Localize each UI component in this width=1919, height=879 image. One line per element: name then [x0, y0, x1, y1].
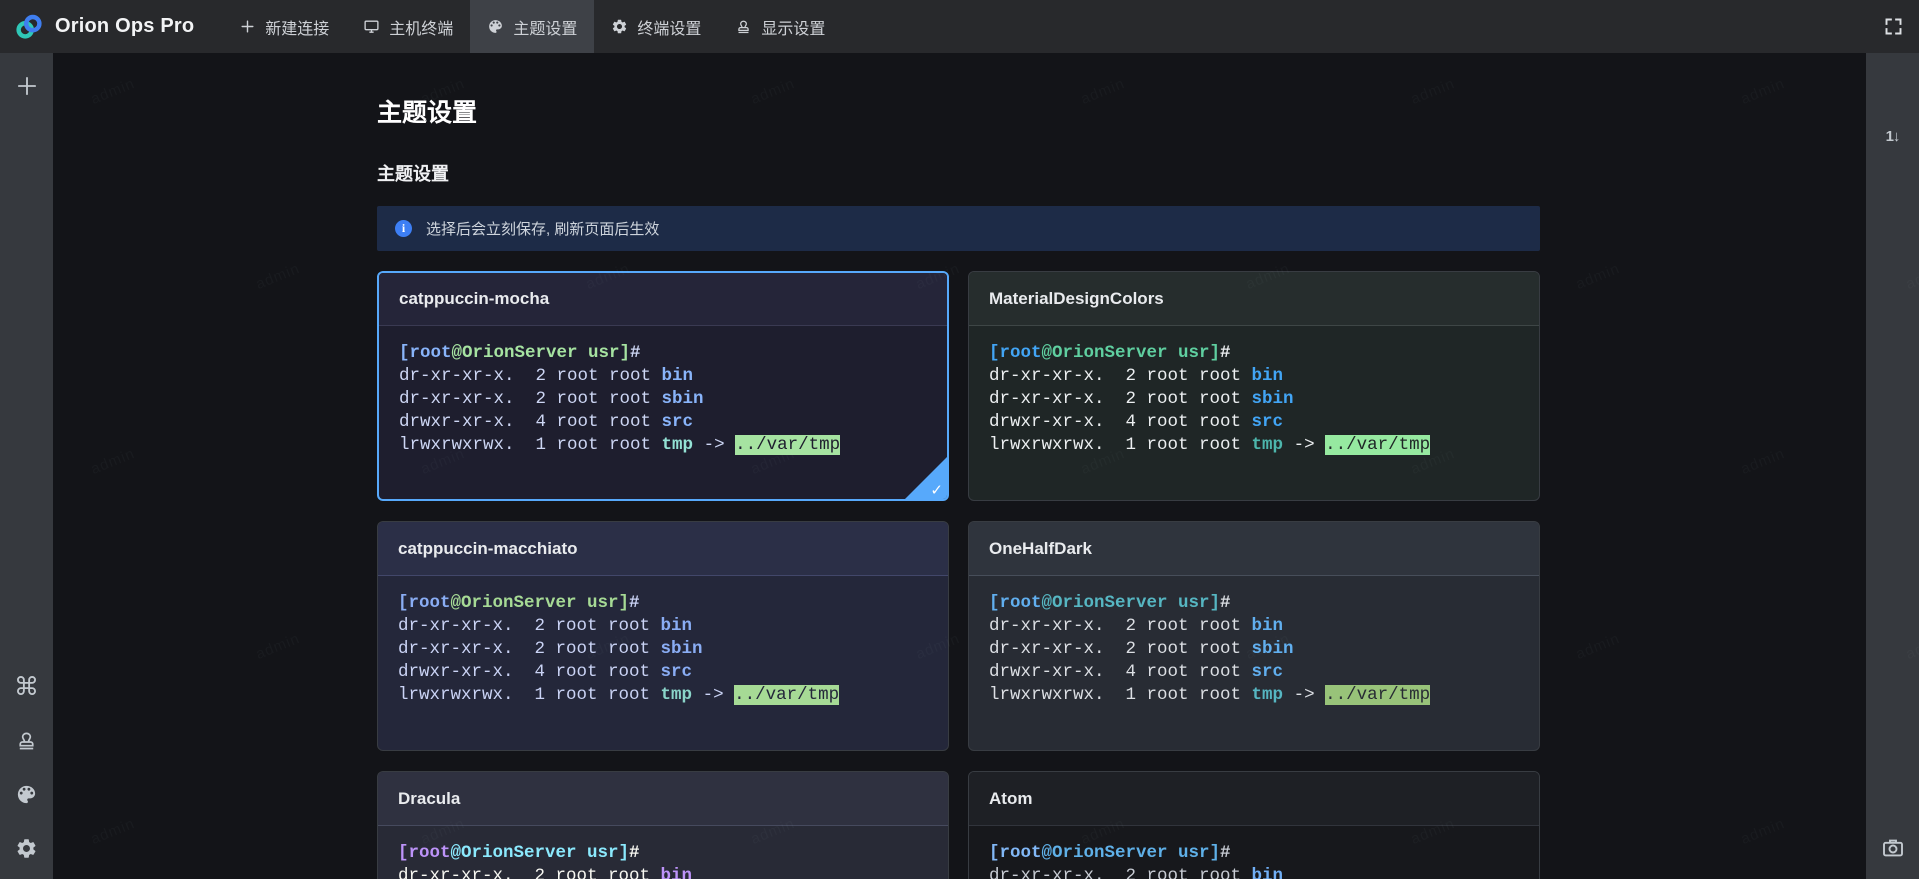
topbar-tabs: 新建连接 主机终端 主题设置 终端设置 显示设置: [222, 0, 842, 53]
terminal-line: dr-xr-xr-x. 2 root root bin: [398, 865, 928, 879]
terminal-prompt-line: [root@OrionServer usr]#: [398, 842, 928, 865]
terminal-line: lrwxrwxrwx. 1 root root tmp -> ../var/tm…: [399, 434, 927, 457]
check-icon: ✓: [930, 483, 943, 498]
code-icon[interactable]: [1866, 59, 1919, 105]
theme-card-title: MaterialDesignColors: [969, 272, 1539, 326]
app-logo-icon: [14, 12, 44, 42]
tab-label: 终端设置: [637, 15, 701, 39]
app-title: Orion Ops Pro: [55, 15, 194, 38]
command-icon[interactable]: ⌘: [0, 663, 53, 709]
stamp-icon: [735, 18, 752, 35]
terminal-preview: [root@OrionServer usr]#dr-xr-xr-x. 2 roo…: [379, 326, 947, 457]
textsize-icon[interactable]: 1↓: [1866, 113, 1919, 159]
palette-icon: [487, 18, 504, 35]
theme-card-MaterialDesignColors[interactable]: MaterialDesignColors[root@OrionServer us…: [968, 271, 1540, 501]
terminal-line: drwxr-xr-x. 4 root root src: [398, 661, 928, 684]
tab-label: 主题设置: [513, 15, 577, 39]
tab-terminal-settings[interactable]: 终端设置: [594, 0, 718, 53]
terminal-line: dr-xr-xr-x. 2 root root bin: [989, 365, 1519, 388]
tab-host-terminal[interactable]: 主机终端: [346, 0, 470, 53]
left-sidebar: ⌘: [0, 53, 53, 879]
terminal-line: drwxr-xr-x. 4 root root src: [989, 411, 1519, 434]
stamp-icon[interactable]: [0, 717, 53, 763]
tab-display-settings[interactable]: 显示设置: [718, 0, 842, 53]
terminal-line: dr-xr-xr-x. 2 root root sbin: [989, 388, 1519, 411]
terminal-line: dr-xr-xr-x. 2 root root bin: [399, 365, 927, 388]
plus-icon: [239, 18, 256, 35]
terminal-prompt-line: [root@OrionServer usr]#: [989, 592, 1519, 615]
terminal-preview: [root@OrionServer usr]#dr-xr-xr-x. 2 roo…: [969, 326, 1539, 457]
theme-card-Dracula[interactable]: Dracula[root@OrionServer usr]#dr-xr-xr-x…: [377, 771, 949, 879]
monitor-icon: [363, 18, 380, 35]
camera-icon[interactable]: [1866, 825, 1919, 871]
tab-label: 主机终端: [389, 15, 453, 39]
terminal-prompt-line: [root@OrionServer usr]#: [989, 342, 1519, 365]
theme-card-title: Atom: [969, 772, 1539, 826]
theme-card-title: catppuccin-macchiato: [378, 522, 948, 576]
terminal-line: dr-xr-xr-x. 2 root root sbin: [989, 638, 1519, 661]
info-icon: i: [395, 220, 412, 237]
terminal-line: lrwxrwxrwx. 1 root root tmp -> ../var/tm…: [989, 684, 1519, 707]
terminal-prompt-line: [root@OrionServer usr]#: [398, 592, 928, 615]
terminal-line: lrwxrwxrwx. 1 root root tmp -> ../var/tm…: [989, 434, 1519, 457]
theme-card-title: Dracula: [378, 772, 948, 826]
theme-card-title: catppuccin-mocha: [379, 273, 947, 326]
left-sidebar-top: [0, 63, 53, 117]
tab-new-connection[interactable]: 新建连接: [222, 0, 346, 53]
theme-grid: catppuccin-mocha[root@OrionServer usr]#d…: [377, 271, 1540, 879]
topbar: Orion Ops Pro 新建连接 主机终端 主题设置 终端设置 显示设置: [0, 0, 1919, 53]
left-sidebar-bottom: ⌘: [0, 663, 53, 879]
tab-label: 显示设置: [761, 15, 825, 39]
gear-icon[interactable]: [0, 825, 53, 871]
gear-icon: [611, 18, 628, 35]
terminal-line: dr-xr-xr-x. 2 root root sbin: [399, 388, 927, 411]
plus-icon[interactable]: [0, 63, 53, 109]
theme-card-Atom[interactable]: Atom[root@OrionServer usr]#dr-xr-xr-x. 2…: [968, 771, 1540, 879]
terminal-line: dr-xr-xr-x. 2 root root sbin: [398, 638, 928, 661]
terminal-preview: [root@OrionServer usr]#dr-xr-xr-x. 2 roo…: [969, 576, 1539, 707]
terminal-preview: [root@OrionServer usr]#dr-xr-xr-x. 2 roo…: [969, 826, 1539, 879]
terminal-prompt-line: [root@OrionServer usr]#: [989, 842, 1519, 865]
terminal-prompt-line: [root@OrionServer usr]#: [399, 342, 927, 365]
save-hint-alert: i 选择后会立刻保存, 刷新页面后生效: [377, 206, 1540, 251]
right-sidebar-bottom: [1866, 825, 1919, 879]
terminal-line: dr-xr-xr-x. 2 root root bin: [989, 865, 1519, 879]
alert-text: 选择后会立刻保存, 刷新页面后生效: [426, 218, 659, 239]
tab-label: 新建连接: [265, 15, 329, 39]
terminal-line: drwxr-xr-x. 4 root root src: [399, 411, 927, 434]
palette-icon[interactable]: [0, 771, 53, 817]
tab-theme-settings[interactable]: 主题设置: [470, 0, 594, 53]
terminal-line: drwxr-xr-x. 4 root root src: [989, 661, 1519, 684]
terminal-line: dr-xr-xr-x. 2 root root bin: [989, 615, 1519, 638]
theme-card-title: OneHalfDark: [969, 522, 1539, 576]
section-title: 主题设置: [377, 164, 1866, 185]
right-sidebar: 1↓: [1866, 53, 1919, 879]
terminal-line: dr-xr-xr-x. 2 root root bin: [398, 615, 928, 638]
page-title: 主题设置: [377, 98, 1866, 128]
terminal-line: lrwxrwxrwx. 1 root root tmp -> ../var/tm…: [398, 684, 928, 707]
right-sidebar-top: 1↓: [1866, 59, 1919, 167]
terminal-preview: [root@OrionServer usr]#dr-xr-xr-x. 2 roo…: [378, 576, 948, 707]
theme-card-catppuccin-mocha[interactable]: catppuccin-mocha[root@OrionServer usr]#d…: [377, 271, 949, 501]
brand: Orion Ops Pro: [0, 12, 222, 42]
main-content: 主题设置 主题设置 i 选择后会立刻保存, 刷新页面后生效 catppuccin…: [53, 53, 1866, 879]
theme-card-OneHalfDark[interactable]: OneHalfDark[root@OrionServer usr]#dr-xr-…: [968, 521, 1540, 751]
terminal-preview: [root@OrionServer usr]#dr-xr-xr-x. 2 roo…: [378, 826, 948, 879]
theme-card-catppuccin-macchiato[interactable]: catppuccin-macchiato[root@OrionServer us…: [377, 521, 949, 751]
fullscreen-icon[interactable]: [1883, 16, 1904, 37]
